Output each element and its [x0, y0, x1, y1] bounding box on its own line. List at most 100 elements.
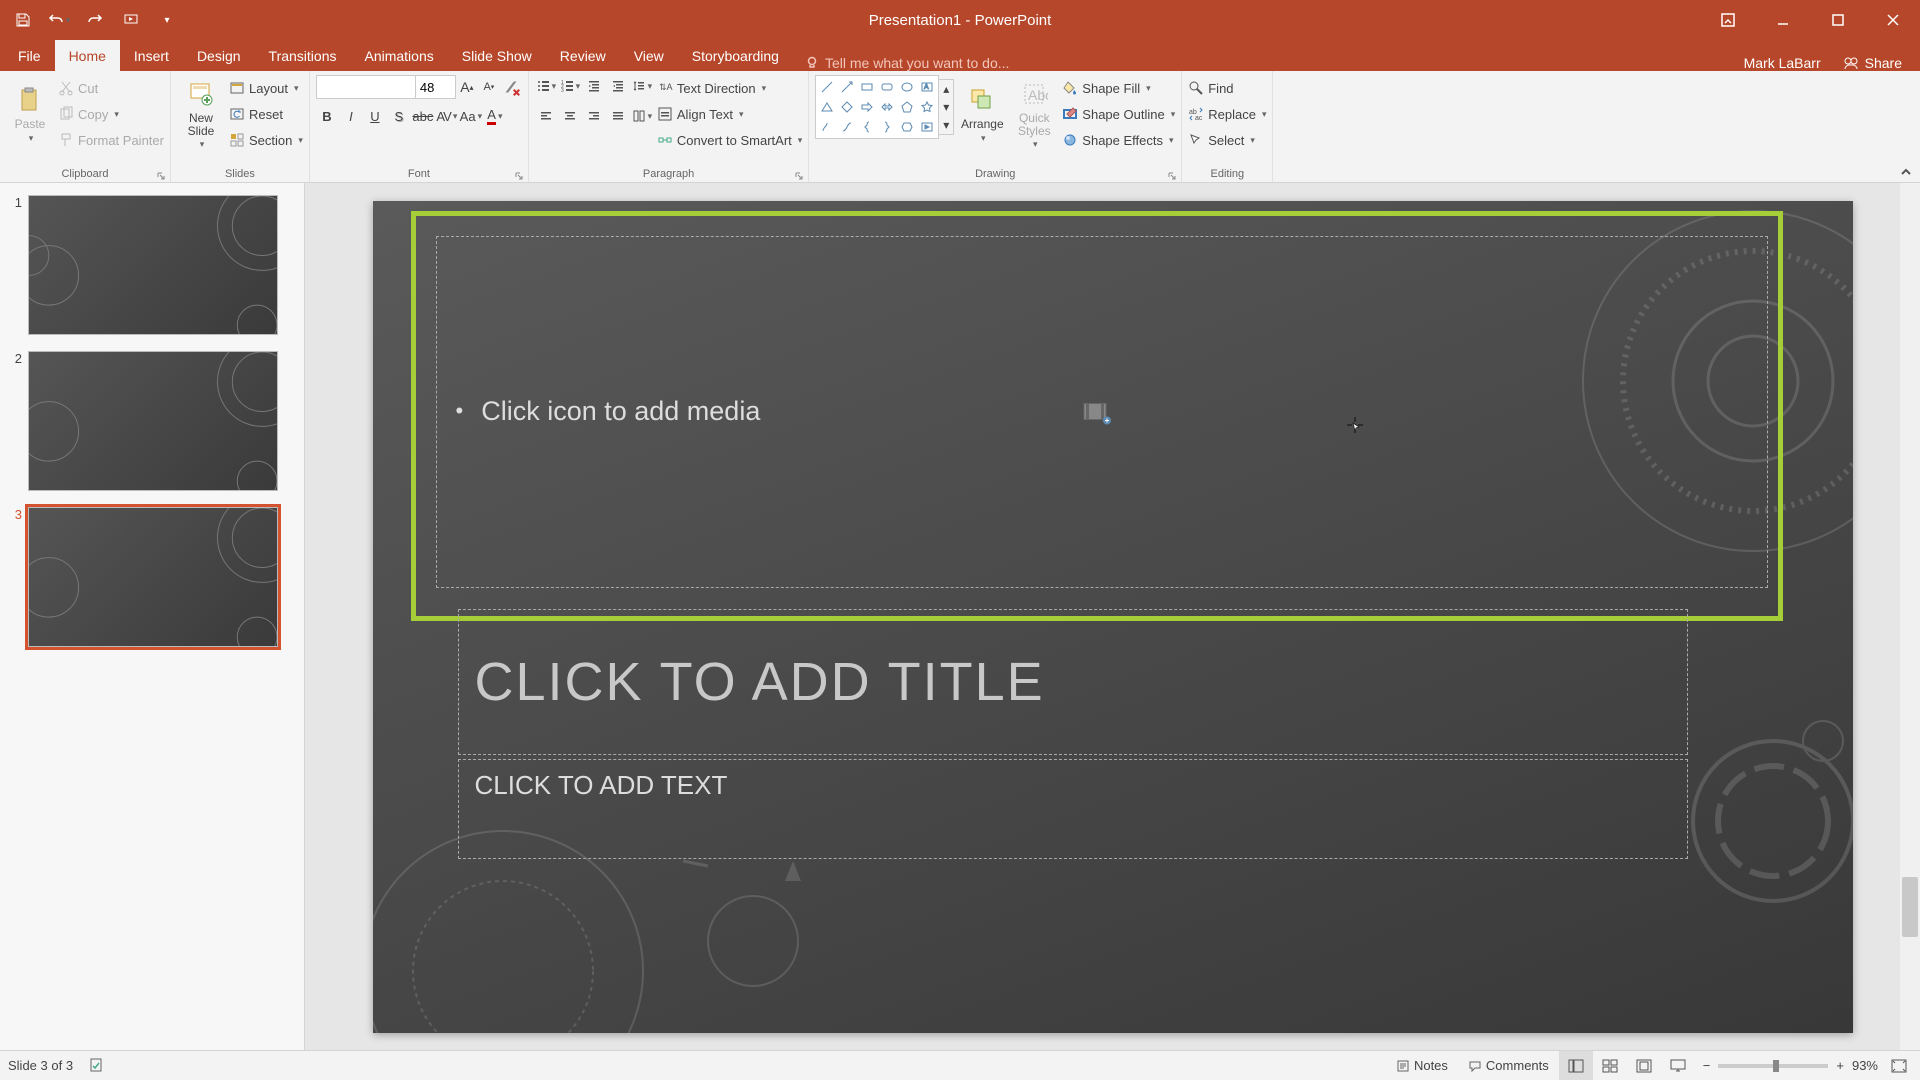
clear-formatting-icon[interactable]: [500, 76, 522, 98]
slide-sorter-icon[interactable]: [1593, 1051, 1627, 1080]
paragraph-dialog-launcher[interactable]: [794, 168, 806, 180]
zoom-level[interactable]: 93%: [1852, 1058, 1878, 1073]
comments-button[interactable]: Comments: [1458, 1051, 1559, 1080]
shape-roundrect-icon[interactable]: [878, 78, 896, 96]
ribbon-display-options-icon[interactable]: [1700, 0, 1755, 40]
quick-styles-button[interactable]: Abc Quick Styles▾: [1010, 75, 1058, 153]
title-placeholder[interactable]: CLICK TO ADD TITLE: [458, 609, 1688, 755]
minimize-icon[interactable]: [1755, 0, 1810, 40]
numbering-icon[interactable]: 123▾: [559, 75, 581, 97]
zoom-in-icon[interactable]: +: [1836, 1058, 1844, 1073]
maximize-icon[interactable]: [1810, 0, 1865, 40]
drawing-dialog-launcher[interactable]: [1167, 168, 1179, 180]
shape-rightarrow-icon[interactable]: [858, 98, 876, 116]
align-text-button[interactable]: Align Text▾: [657, 103, 802, 125]
shape-fill-button[interactable]: Shape Fill▾: [1062, 77, 1175, 99]
font-color-icon[interactable]: A▾: [484, 105, 506, 127]
line-spacing-icon[interactable]: ▾: [631, 75, 653, 97]
customize-qat-icon[interactable]: ▾: [152, 5, 182, 35]
zoom-out-icon[interactable]: −: [1703, 1058, 1711, 1073]
clipboard-dialog-launcher[interactable]: [156, 168, 168, 180]
shape-connector1-icon[interactable]: [818, 118, 836, 136]
scrollbar-thumb[interactable]: [1902, 877, 1918, 937]
tell-me-search[interactable]: Tell me what you want to do...: [793, 55, 1021, 71]
tab-home[interactable]: Home: [55, 40, 120, 71]
redo-icon[interactable]: [80, 5, 110, 35]
shape-doublearrow-icon[interactable]: [878, 98, 896, 116]
spell-check-icon[interactable]: [89, 1056, 105, 1075]
tab-transitions[interactable]: Transitions: [255, 40, 351, 71]
slideshow-view-icon[interactable]: [1661, 1051, 1695, 1080]
character-spacing-icon[interactable]: AV▾: [436, 105, 458, 127]
font-size-input[interactable]: [416, 75, 456, 99]
reset-button[interactable]: Reset: [229, 103, 303, 125]
shapes-gallery[interactable]: A ▴ ▾ ▾: [815, 75, 954, 139]
copy-button[interactable]: Copy▾: [58, 103, 164, 125]
change-case-icon[interactable]: Aa▾: [460, 105, 482, 127]
shape-oval-icon[interactable]: [898, 78, 916, 96]
slide-counter[interactable]: Slide 3 of 3: [8, 1058, 73, 1073]
media-placeholder[interactable]: • Click icon to add media: [411, 211, 1783, 621]
paste-button[interactable]: Paste▾: [6, 75, 54, 153]
tab-design[interactable]: Design: [183, 40, 255, 71]
slide-canvas[interactable]: • Click icon to add media CLICK TO ADD T…: [373, 201, 1853, 1033]
slide-thumbnail-pane[interactable]: 1 2 3: [0, 183, 305, 1050]
shape-connector2-icon[interactable]: [838, 118, 856, 136]
text-direction-button[interactable]: ⇅AText Direction▾: [657, 77, 802, 99]
tab-slideshow[interactable]: Slide Show: [448, 40, 546, 71]
underline-icon[interactable]: U: [364, 105, 386, 127]
arrange-button[interactable]: Arrange▾: [958, 75, 1006, 153]
select-button[interactable]: Select▾: [1188, 129, 1266, 151]
share-button[interactable]: Share: [1829, 55, 1916, 71]
notes-button[interactable]: Notes: [1386, 1051, 1458, 1080]
shadow-icon[interactable]: S: [388, 105, 410, 127]
bold-icon[interactable]: B: [316, 105, 338, 127]
decrease-indent-icon[interactable]: [583, 75, 605, 97]
format-painter-button[interactable]: Format Painter: [58, 129, 164, 151]
save-icon[interactable]: [8, 5, 38, 35]
insert-media-icon[interactable]: [1083, 402, 1111, 429]
align-center-icon[interactable]: [559, 105, 581, 127]
strikethrough-icon[interactable]: abc: [412, 105, 434, 127]
increase-font-icon[interactable]: A▴: [456, 76, 478, 98]
columns-icon[interactable]: ▾: [631, 105, 653, 127]
shape-triangle-icon[interactable]: [818, 98, 836, 116]
justify-icon[interactable]: [607, 105, 629, 127]
shape-effects-button[interactable]: Shape Effects▾: [1062, 129, 1175, 151]
replace-button[interactable]: abacReplace▾: [1188, 103, 1266, 125]
align-right-icon[interactable]: [583, 105, 605, 127]
normal-view-icon[interactable]: [1559, 1051, 1593, 1080]
slide-thumbnail-3[interactable]: 3: [8, 507, 296, 647]
shape-arrow-icon[interactable]: [838, 78, 856, 96]
slide-thumbnail-1[interactable]: 1: [8, 195, 296, 335]
font-name-input[interactable]: [316, 75, 416, 99]
section-button[interactable]: Section▾: [229, 129, 303, 151]
shape-star-icon[interactable]: [918, 98, 936, 116]
shape-action-icon[interactable]: [918, 118, 936, 136]
bullets-icon[interactable]: ▾: [535, 75, 557, 97]
close-icon[interactable]: [1865, 0, 1920, 40]
shapes-scroll-down-icon[interactable]: ▾: [939, 98, 953, 116]
tab-storyboarding[interactable]: Storyboarding: [678, 40, 793, 71]
cut-button[interactable]: Cut: [58, 77, 164, 99]
shape-textbox-icon[interactable]: A: [918, 78, 936, 96]
shape-hexagon-icon[interactable]: [898, 118, 916, 136]
new-slide-button[interactable]: New Slide▾: [177, 75, 225, 153]
undo-icon[interactable]: ▾: [44, 5, 74, 35]
shape-line-icon[interactable]: [818, 78, 836, 96]
shape-brace-right-icon[interactable]: [878, 118, 896, 136]
shapes-more-icon[interactable]: ▾: [939, 116, 953, 134]
shape-outline-button[interactable]: Shape Outline▾: [1062, 103, 1175, 125]
slide-thumbnail-2[interactable]: 2: [8, 351, 296, 491]
text-placeholder[interactable]: CLICK TO ADD TEXT: [458, 759, 1688, 859]
start-from-beginning-icon[interactable]: [116, 5, 146, 35]
shape-brace-left-icon[interactable]: [858, 118, 876, 136]
shape-pentagon-icon[interactable]: [898, 98, 916, 116]
decrease-font-icon[interactable]: A▾: [478, 76, 500, 98]
shapes-scroll-up-icon[interactable]: ▴: [939, 80, 953, 98]
vertical-scrollbar[interactable]: [1900, 183, 1920, 1050]
increase-indent-icon[interactable]: [607, 75, 629, 97]
slide-editor[interactable]: • Click icon to add media CLICK TO ADD T…: [305, 183, 1920, 1050]
tab-file[interactable]: File: [4, 40, 55, 71]
zoom-slider-thumb[interactable]: [1773, 1060, 1779, 1072]
